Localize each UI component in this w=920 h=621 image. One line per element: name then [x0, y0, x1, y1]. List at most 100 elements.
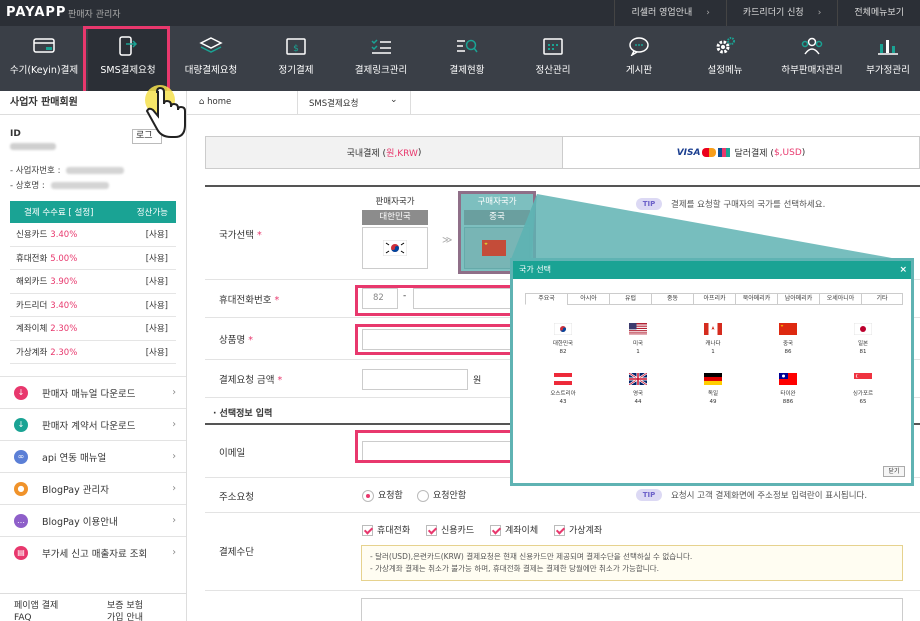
method-label: 결제수단 [219, 547, 254, 558]
phone-highlight [355, 285, 515, 316]
method-virtual-checkbox[interactable]: 가상계좌 [554, 523, 602, 536]
region-tab[interactable]: 오세아니아 [819, 293, 861, 305]
amount-input[interactable] [362, 369, 468, 390]
country-option-sg[interactable]: 싱가포르 65 [841, 373, 885, 405]
fee-row: 카드리더 3.40% [사용] [10, 294, 176, 317]
fee-table-header: 결제 수수료 [ 설정] 정산가능 [10, 201, 176, 223]
nav-board[interactable]: 게시판 [596, 26, 682, 91]
top-links: 리셀러 영업안내 › 카드리더기 신청 › 전체메뉴보기 [614, 0, 920, 26]
region-tab[interactable]: 아프리카 [693, 293, 735, 305]
nav-payment-link[interactable]: 결제링크관리 [338, 26, 424, 91]
product-highlight [355, 324, 515, 355]
region-tabs: 주요국 아시아 유럽 중동 아프리카 북아메리카 남아메리카 오세아니아 기타 [525, 293, 903, 305]
tip-badge: TIP [636, 489, 662, 501]
modal-close-button[interactable]: 닫기 [883, 466, 905, 477]
top-bar: PAYAPP 판매자 관리자 리셀러 영업안내 › 카드리더기 신청 › 전체메뉴보… [0, 0, 920, 26]
country-option-cn[interactable]: 중국 86 [766, 323, 810, 355]
method-phone-checkbox[interactable]: 휴대전화 [362, 523, 410, 536]
user-icon: ● [14, 481, 28, 496]
region-tab[interactable]: 중동 [651, 293, 693, 305]
fee-table: 결제 수수료 [ 설정] 정산가능 신용카드 3.40% [사용] 휴대전화 5.00%… [10, 201, 176, 364]
nav-keyin-payment[interactable]: 수기(Keyin)결제 [0, 26, 88, 91]
kr-flag-icon [383, 240, 407, 256]
sidebar-menu: ↓ 판매자 매뉴얼 다운로드 › ↓ 판매자 계약서 다운로드 › ∞ api 연동 매뉴… [0, 376, 186, 568]
all-menu-link[interactable]: 전체메뉴보기 [837, 0, 920, 26]
mastercard-icon [702, 148, 717, 157]
tab-domestic-krw[interactable]: 국내결제 (원,KRW) [206, 137, 563, 168]
company-blurred [50, 182, 109, 189]
cn-flag-icon [779, 323, 797, 335]
tw-flag-icon [779, 373, 797, 385]
blogpay-guide-item[interactable]: … BlogPay 이용안내 › [0, 504, 186, 536]
region-tab[interactable]: 유럽 [609, 293, 651, 305]
region-tab[interactable]: 남아메리카 [777, 293, 819, 305]
svg-text:$: $ [293, 44, 299, 54]
chevron-right-icon: › [172, 387, 176, 398]
country-option-de[interactable]: 독일 49 [691, 373, 735, 405]
chevron-right-icon: › [172, 483, 176, 494]
chevron-right-icon: › [172, 451, 176, 462]
users-icon [768, 36, 856, 56]
chevron-right-icon: › [706, 8, 710, 18]
insurance-guide-link[interactable]: 보증 보험 가입 안내 [107, 600, 143, 621]
home-icon: ⌂ [199, 97, 208, 107]
manual-download-item[interactable]: ↓ 판매자 매뉴얼 다운로드 › [0, 376, 186, 408]
fee-settings-link[interactable]: 결제 수수료 [ 설정] [24, 206, 93, 218]
hand-pointer-icon [145, 85, 186, 138]
region-tab[interactable]: 주요국 [525, 293, 567, 305]
fee-row: 해외카드 3.90% [사용] [10, 270, 176, 294]
nav-sub-sellers[interactable]: 하부판매자관리 [768, 26, 856, 91]
fee-row: 계좌이체 2.30% [사용] [10, 317, 176, 341]
breadcrumb-current[interactable]: SMS결제요청 [309, 97, 358, 109]
kr-flag-icon [554, 323, 572, 335]
country-option-kr[interactable]: 대한민국 82 [541, 323, 585, 355]
chat-icon [596, 36, 682, 57]
fee-row: 휴대전화 5.00% [사용] [10, 247, 176, 270]
gear-icon [682, 36, 768, 56]
chevron-down-icon[interactable]: ⌄ [390, 95, 398, 105]
nav-recurring-payment[interactable]: $ 정기결제 [254, 26, 338, 91]
close-icon[interactable]: × [899, 261, 907, 279]
api-manual-item[interactable]: ∞ api 연동 매뉴얼 › [0, 440, 186, 472]
region-tab[interactable]: 북아메리카 [735, 293, 777, 305]
seller-country-name: 대한민국 [362, 210, 428, 225]
biz-number-row: - 사업자번호 : [10, 164, 125, 176]
method-card-checkbox[interactable]: 신용카드 [426, 523, 474, 536]
chevron-right-icon: › [172, 515, 176, 526]
region-tab[interactable]: 기타 [861, 293, 903, 305]
bar-chart-icon [856, 36, 920, 56]
vat-sales-item[interactable]: ▤ 부가세 신고 매출자료 조회 › [0, 536, 186, 568]
reseller-guide-link[interactable]: 리셀러 영업안내 › [614, 0, 725, 26]
blogpay-admin-item[interactable]: ● BlogPay 관리자 › [0, 472, 186, 504]
nav-settings[interactable]: 설정메뉴 [682, 26, 768, 91]
country-option-ca[interactable]: 캐나다 1 [691, 323, 735, 355]
card-icon [0, 36, 88, 56]
link-icon: ∞ [14, 449, 28, 464]
country-option-gb[interactable]: 영국 44 [616, 373, 660, 405]
sg-flag-icon [854, 373, 872, 385]
country-option-us[interactable]: 미국 1 [616, 323, 660, 355]
ca-flag-icon [704, 323, 722, 335]
contract-download-item[interactable]: ↓ 판매자 계약서 다운로드 › [0, 408, 186, 440]
address-yes-radio[interactable]: 요청함 [362, 488, 403, 502]
arrow-right-icon: ≫ [442, 235, 453, 246]
region-tab[interactable]: 아시아 [567, 293, 609, 305]
id-label: ID [10, 129, 21, 139]
nav-settlement[interactable]: 정산관리 [510, 26, 596, 91]
tab-dollar-usd[interactable]: VISA 달러결제 ($,USD) [563, 137, 919, 168]
nav-payment-status[interactable]: 결제현황 [424, 26, 510, 91]
chevron-right-icon: › [172, 419, 176, 430]
country-option-at[interactable]: 오스트리아 43 [541, 373, 585, 405]
country-option-jp[interactable]: 일본 81 [841, 323, 885, 355]
address-no-radio[interactable]: 요청안함 [417, 488, 466, 502]
country-option-tw[interactable]: 타이완 886 [766, 373, 810, 405]
payment-method-notice: - 달러(USD),은련카드(KRW) 결제요청은 현재 신용카드만 제공되며 … [361, 545, 903, 581]
breadcrumb-home[interactable]: ⌂ home [199, 97, 231, 107]
method-transfer-checkbox[interactable]: 계좌이체 [490, 523, 538, 536]
memo-textarea[interactable] [361, 598, 903, 621]
fee-row: 가상계좌 2.30% [사용] [10, 341, 176, 364]
nav-vat-management[interactable]: 부가정관리 [856, 26, 920, 91]
payapp-faq-link[interactable]: 페이앱 결제 FAQ [14, 600, 58, 621]
payapp-logo[interactable]: PAYAPP [6, 5, 66, 20]
card-reader-request-link[interactable]: 카드리더기 신청 › [725, 0, 837, 26]
